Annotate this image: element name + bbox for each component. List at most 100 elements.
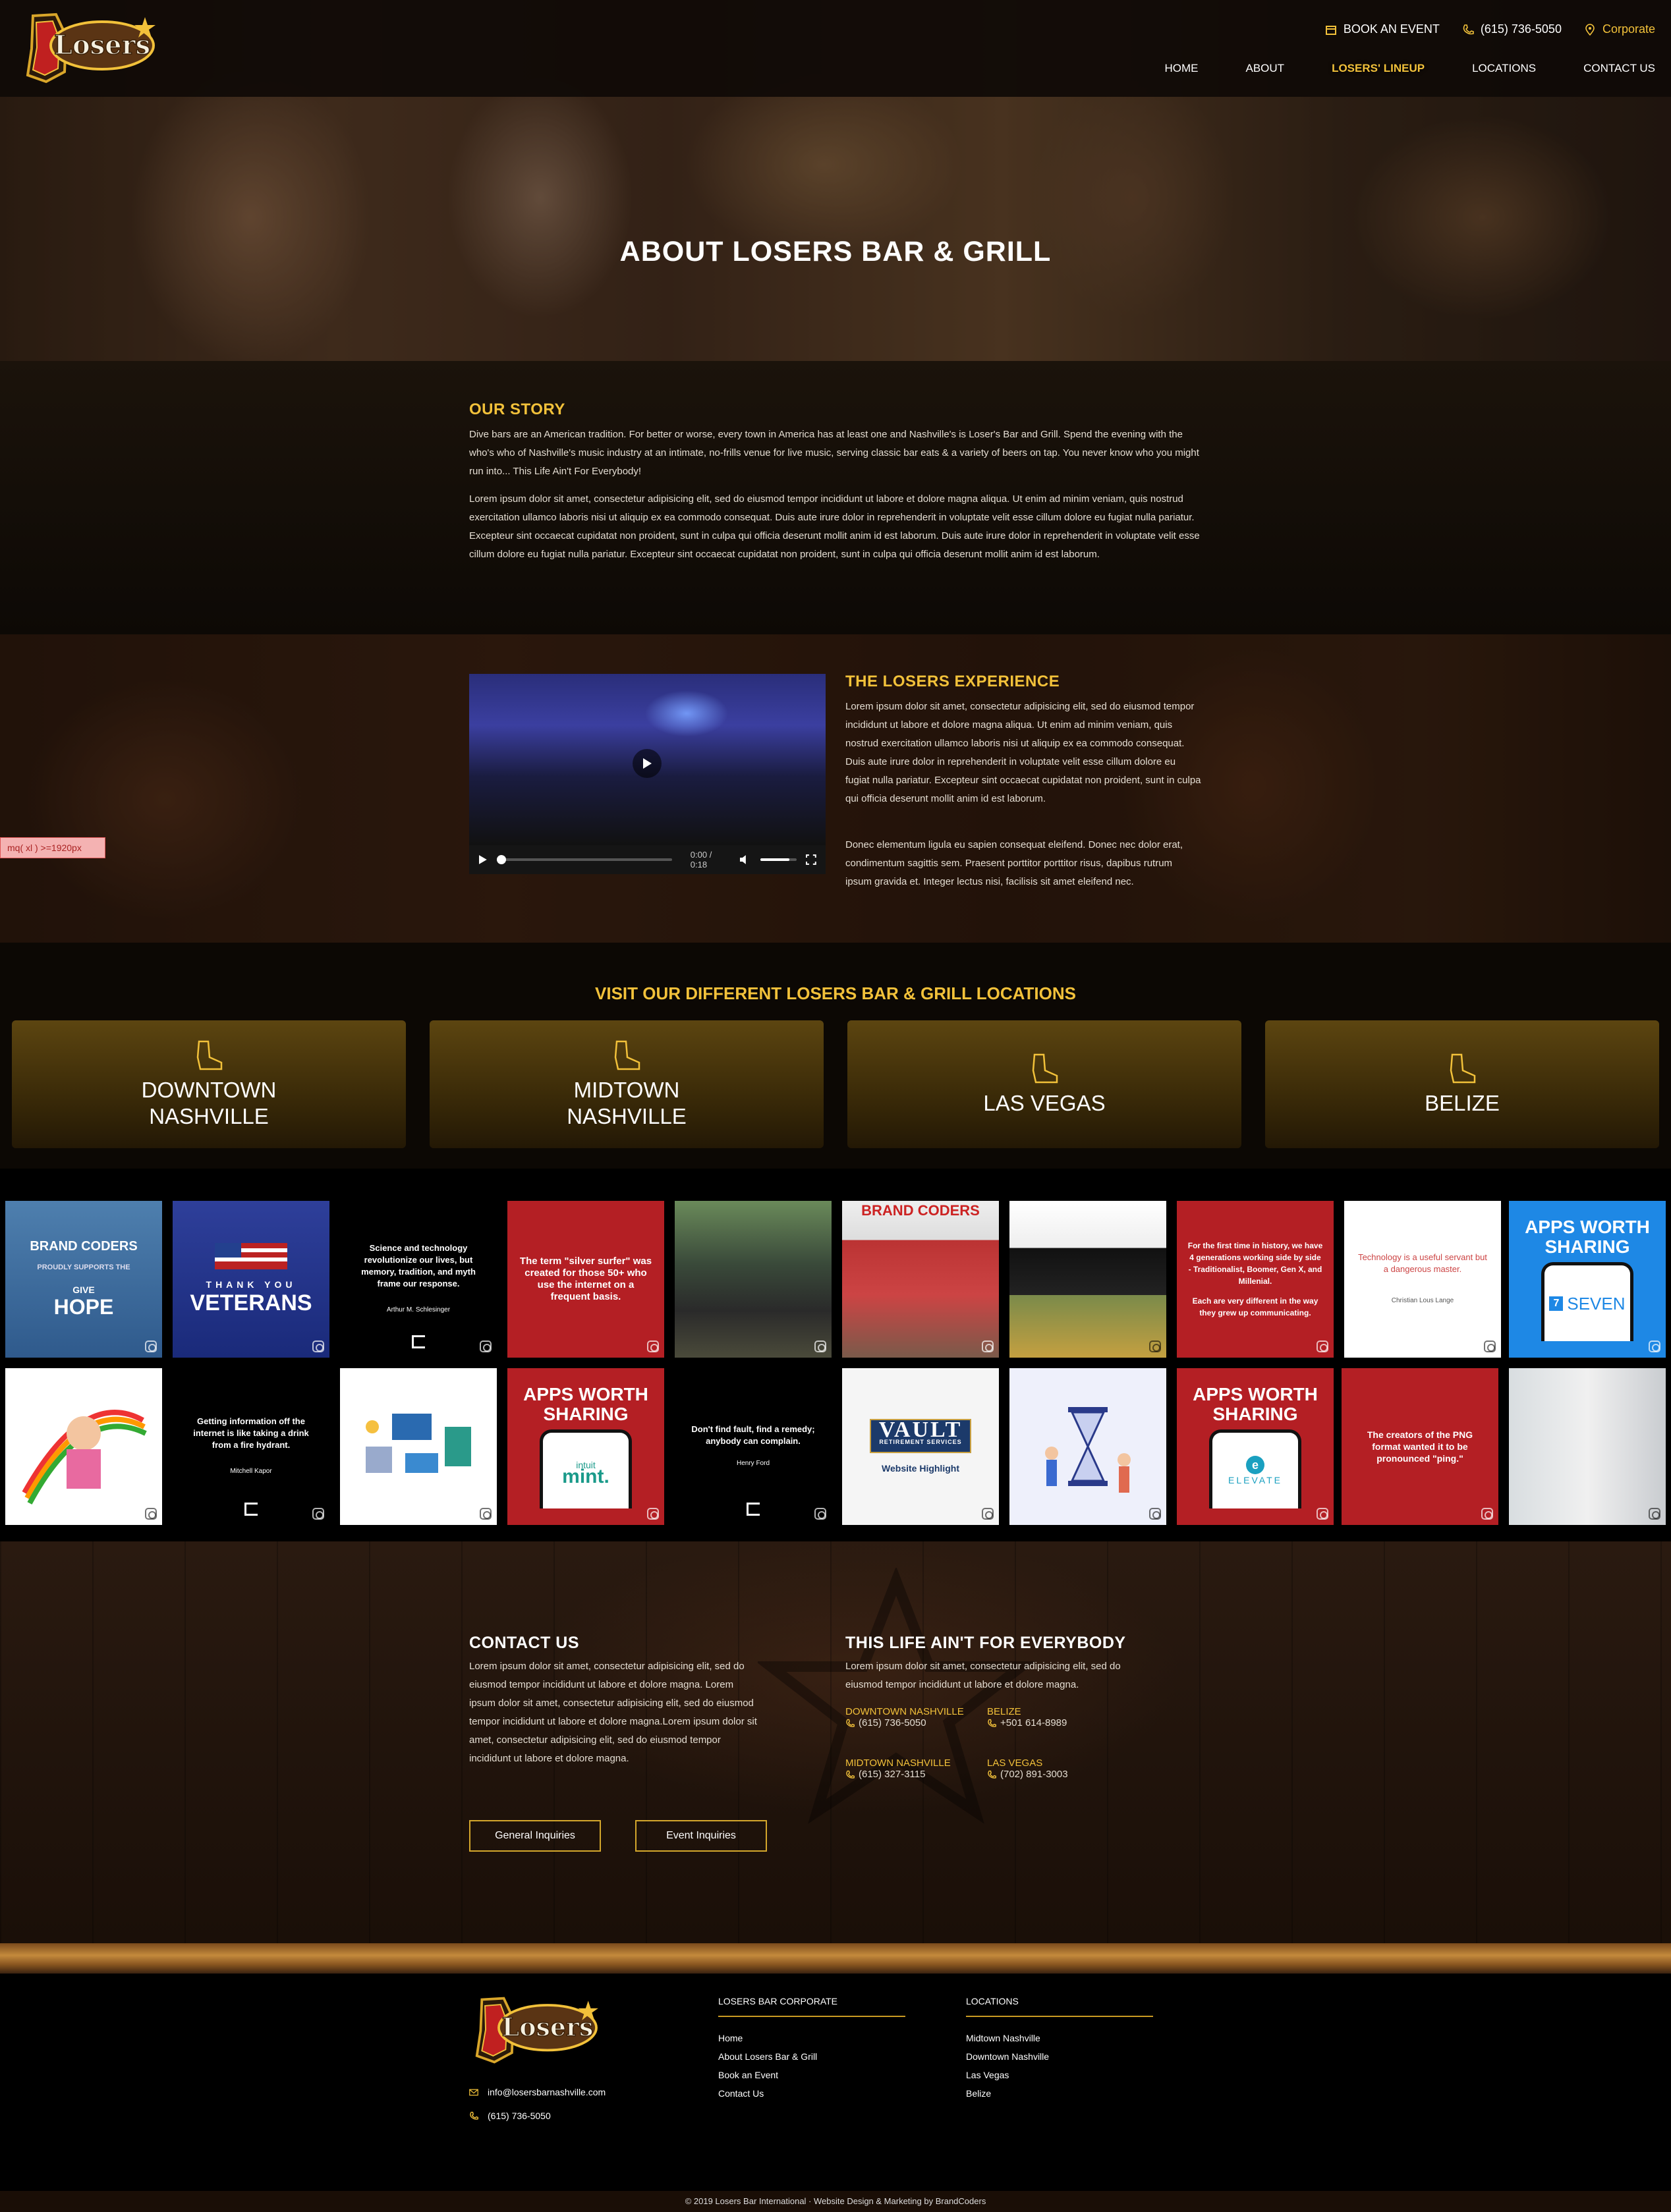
main-nav: HOME ABOUT LOSERS' LINEUP LOCATIONS CONT… xyxy=(1165,62,1656,75)
footer-corporate-heading: LOSERS BAR CORPORATE xyxy=(718,1996,905,2017)
experience-heading: THE LOSERS EXPERIENCE xyxy=(845,673,1060,690)
nav-lineup[interactable]: LOSERS' LINEUP xyxy=(1332,62,1425,75)
phone-link[interactable]: +501 614-8989 xyxy=(987,1717,1067,1728)
contact-location-midtown: MIDTOWN NASHVILLE (615) 327-3115 xyxy=(845,1757,951,1780)
phone-link[interactable]: (702) 891-3003 xyxy=(987,1769,1068,1780)
play-icon[interactable] xyxy=(478,854,488,865)
brandcoders-mark xyxy=(747,1503,760,1516)
top-utility-bar: BOOK AN EVENT (615) 736-5050 Corporate xyxy=(1325,22,1655,36)
instagram-post-illustration[interactable] xyxy=(340,1368,497,1525)
instagram-feed: BRAND CODERS PROUDLY SUPPORTS THE GIVE H… xyxy=(0,1169,1671,1541)
footer-link-about[interactable]: About Losers Bar & Grill xyxy=(718,2047,905,2066)
instagram-post[interactable]: The term "silver surfer" was created for… xyxy=(507,1201,664,1358)
boot-icon xyxy=(1450,1053,1476,1084)
footer-link-contact[interactable]: Contact Us xyxy=(718,2084,905,2103)
nav-home[interactable]: HOME xyxy=(1165,62,1199,75)
instagram-post[interactable]: For the first time in history, we have 4… xyxy=(1177,1201,1334,1358)
phone-label: (615) 736-5050 xyxy=(1480,22,1562,36)
losers-logo[interactable]: Losers xyxy=(20,9,158,87)
contact-paragraph: Lorem ipsum dolor sit amet, consectetur … xyxy=(469,1661,757,1764)
location-card-label: BELIZE xyxy=(1425,1091,1500,1115)
instagram-icon xyxy=(1149,1341,1161,1352)
location-card-las-vegas[interactable]: LAS VEGAS xyxy=(847,1020,1241,1148)
seek-bar[interactable] xyxy=(496,855,672,864)
nav-contact[interactable]: CONTACT US xyxy=(1583,62,1655,75)
instagram-post[interactable]: THANK YOU VETERANS xyxy=(173,1201,329,1358)
devices-illustration xyxy=(366,1414,471,1473)
event-inquiries-button[interactable]: Event Inquiries xyxy=(635,1820,767,1852)
seek-handle[interactable] xyxy=(496,855,506,864)
general-inquiries-button[interactable]: General Inquiries xyxy=(469,1820,601,1852)
phone-link[interactable]: (615) 327-3115 xyxy=(845,1769,951,1780)
instagram-post[interactable]: Technology is a useful servant but a dan… xyxy=(1344,1201,1501,1358)
phone-icon xyxy=(988,1719,996,1727)
contact-location-downtown: DOWNTOWN NASHVILLE (615) 736-5050 xyxy=(845,1706,964,1728)
phone-mockup: 7 SEVEN xyxy=(1541,1262,1633,1341)
phone-link[interactable]: (615) 736-5050 xyxy=(1462,22,1562,36)
boot-icon xyxy=(196,1040,223,1070)
instagram-post-screenshot[interactable] xyxy=(1009,1201,1166,1358)
location-card-label: DOWNTOWN NASHVILLE xyxy=(141,1078,277,1128)
footer-locations-column: LOCATIONS Midtown Nashville Downtown Nas… xyxy=(966,1996,1153,2103)
play-overlay-button[interactable] xyxy=(633,749,662,778)
footer-link-downtown[interactable]: Downtown Nashville xyxy=(966,2047,1153,2066)
instagram-post-illustration[interactable] xyxy=(1009,1368,1166,1525)
instagram-post[interactable]: The creators of the PNG format wanted it… xyxy=(1342,1368,1498,1525)
footer-link-midtown[interactable]: Midtown Nashville xyxy=(966,2029,1153,2047)
volume-icon[interactable] xyxy=(739,854,751,865)
location-card-midtown[interactable]: MIDTOWN NASHVILLE xyxy=(430,1020,824,1148)
fullscreen-icon[interactable] xyxy=(806,854,817,865)
location-card-label: MIDTOWN NASHVILLE xyxy=(567,1078,687,1128)
footer-logo[interactable]: Losers xyxy=(469,1993,601,2067)
footer-link-las-vegas[interactable]: Las Vegas xyxy=(966,2066,1153,2084)
play-icon xyxy=(643,758,652,769)
instagram-post[interactable]: APPS WORTH SHARING 7 SEVEN xyxy=(1509,1201,1666,1358)
book-event-label: BOOK AN EVENT xyxy=(1343,22,1440,36)
rainbow-illustration xyxy=(22,1410,147,1505)
instagram-post-photo[interactable]: BRAND CODERS xyxy=(842,1201,999,1358)
instagram-icon xyxy=(1484,1341,1496,1352)
instagram-post-illustration[interactable] xyxy=(5,1368,162,1525)
instagram-post[interactable]: BRAND CODERS PROUDLY SUPPORTS THE GIVE H… xyxy=(5,1201,162,1358)
contact-section: CONTACT US Lorem ipsum dolor sit amet, c… xyxy=(0,1541,1671,1943)
instagram-icon xyxy=(982,1508,994,1520)
corporate-label: Corporate xyxy=(1602,22,1655,36)
boot-icon xyxy=(1032,1053,1058,1084)
corporate-link[interactable]: Corporate xyxy=(1584,22,1655,36)
star-carving-decoration xyxy=(758,1568,1034,1824)
instagram-post[interactable]: Science and technology revolutionize our… xyxy=(340,1201,497,1358)
footer-link-book-event[interactable]: Book an Event xyxy=(718,2066,905,2084)
brandcoders-mark xyxy=(244,1503,258,1516)
footer-link-home[interactable]: Home xyxy=(718,2029,905,2047)
location-card-belize[interactable]: BELIZE xyxy=(1265,1020,1659,1148)
instagram-post[interactable]: APPS WORTH SHARING e ELEVATE xyxy=(1177,1368,1334,1525)
site-footer: Losers info@losersbarnashville.com (615)… xyxy=(0,1974,1671,2191)
instagram-icon xyxy=(982,1341,994,1352)
phone-link[interactable]: (615) 736-5050 xyxy=(845,1717,964,1728)
calendar-icon xyxy=(1325,25,1336,35)
footer-link-belize[interactable]: Belize xyxy=(966,2084,1153,2103)
instagram-post-photo[interactable] xyxy=(1509,1368,1666,1525)
nav-locations[interactable]: LOCATIONS xyxy=(1472,62,1536,75)
volume-slider[interactable] xyxy=(760,858,797,861)
location-card-downtown[interactable]: DOWNTOWN NASHVILLE xyxy=(12,1020,406,1148)
video-player[interactable]: 0:00 / 0:18 xyxy=(469,674,826,874)
wood-divider xyxy=(0,1943,1671,1974)
instagram-post-photo[interactable] xyxy=(675,1201,832,1358)
instagram-post[interactable]: VAULT RETIREMENT SERVICES Website Highli… xyxy=(842,1368,999,1525)
footer-email-link[interactable]: info@losersbarnashville.com xyxy=(469,2087,606,2097)
phone-icon xyxy=(470,2111,478,2120)
instagram-post[interactable]: APPS WORTH SHARING intuit mint. xyxy=(507,1368,664,1525)
hourglass-illustration xyxy=(1045,1407,1131,1493)
instagram-icon xyxy=(647,1341,659,1352)
book-event-link[interactable]: BOOK AN EVENT xyxy=(1325,22,1440,36)
locations-heading: VISIT OUR DIFFERENT LOSERS BAR & GRILL L… xyxy=(595,983,1076,1003)
nav-about[interactable]: ABOUT xyxy=(1246,62,1285,75)
footer-phone-link[interactable]: (615) 736-5050 xyxy=(469,2111,551,2121)
footer-corporate-column: LOSERS BAR CORPORATE Home About Losers B… xyxy=(718,1996,905,2103)
instagram-post[interactable]: Don't find fault, find a remedy; anybody… xyxy=(675,1368,832,1525)
instagram-post[interactable]: Getting information off the internet is … xyxy=(173,1368,329,1525)
contact-location-las-vegas: LAS VEGAS (702) 891-3003 xyxy=(987,1757,1068,1780)
experience-paragraph-1: Lorem ipsum dolor sit amet, consectetur … xyxy=(845,701,1201,804)
story-paragraph-1: Dive bars are an American tradition. For… xyxy=(469,429,1199,477)
